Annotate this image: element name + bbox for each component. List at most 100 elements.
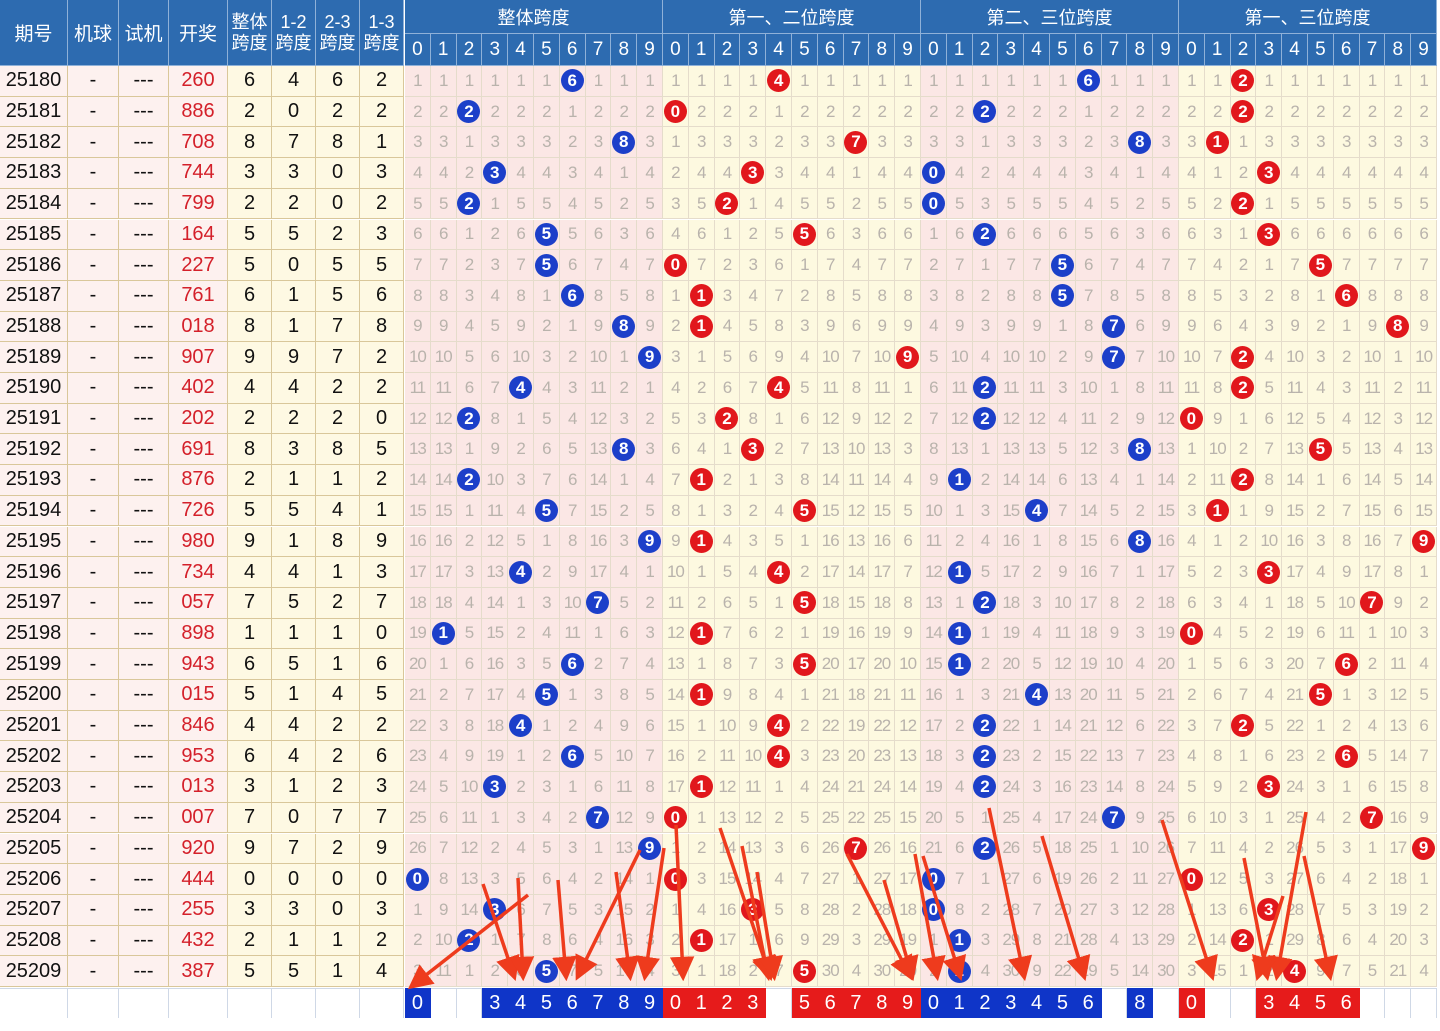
omission-cell: 6 [1411, 710, 1437, 742]
omission-cell: 4 [895, 465, 921, 496]
draw-cell: 846 [169, 710, 228, 742]
header-total_span: 整体 跨度 [228, 0, 272, 66]
span-value-cell: 2 [228, 403, 272, 435]
span-value-cell: 2 [316, 710, 360, 742]
omission-cell: 4 [1024, 680, 1050, 711]
span-value-cell: 6 [228, 649, 272, 680]
omission-cell: 16 [1359, 526, 1386, 558]
omission-cell: 10 [1050, 587, 1076, 619]
omission-cell: 5 [1127, 680, 1154, 711]
omission-cell: 17 [663, 772, 689, 803]
omission-cell: 12 [1127, 894, 1154, 926]
omission-cell: 4 [508, 158, 534, 189]
omission-cell: 4 [1075, 188, 1102, 220]
omission-cell: 2 [1411, 96, 1437, 128]
hit-ball: 3 [1257, 222, 1281, 246]
omission-cell: 3 [482, 158, 509, 189]
omission-cell: 17 [998, 557, 1025, 588]
omission-cell: 18 [1282, 587, 1308, 619]
omission-cell: 24 [1075, 802, 1102, 834]
omission-cell: 22 [1075, 741, 1102, 773]
omission-cell: 16 [817, 526, 844, 558]
omission-cell: 2 [972, 219, 999, 251]
omission-cell: 21 [843, 772, 870, 803]
omission-cell: 5 [766, 894, 792, 926]
omission-cell: 1 [1256, 925, 1283, 957]
digit-header: 3 [1256, 34, 1283, 66]
omission-cell: 6 [740, 342, 767, 373]
omission-cell: 1 [946, 956, 973, 987]
omission-cell: 14 [1050, 710, 1076, 742]
hit-ball: 0 [663, 867, 687, 891]
span-value-cell: 4 [272, 557, 316, 588]
span-value-cell: 8 [228, 311, 272, 343]
omission-cell: 7 [740, 649, 767, 680]
omission-cell: 21 [869, 680, 896, 711]
omission-cell: 30 [817, 956, 844, 987]
digit-header: 9 [1411, 34, 1437, 66]
omission-cell: 12 [1075, 434, 1102, 466]
span-value-cell: 2 [360, 188, 404, 220]
issue-cell: 25182 [0, 127, 68, 159]
omission-cell: 22 [817, 710, 844, 742]
omission-cell: 7 [1101, 802, 1128, 834]
omission-cell: 5 [508, 526, 534, 558]
issue-cell: 25180 [0, 66, 68, 97]
omission-cell: 2 [430, 96, 457, 128]
omission-cell: 3 [1101, 127, 1128, 159]
omission-cell: 7 [1359, 250, 1386, 281]
span-value-cell: 7 [360, 587, 404, 619]
omission-cell: 3 [456, 557, 483, 588]
omission-cell: 1 [843, 66, 870, 97]
machine-ball-cell: - [68, 802, 119, 834]
omission-cell: 20 [895, 956, 921, 987]
omission-cell: 1 [766, 772, 792, 803]
omission-cell: 16 [998, 526, 1025, 558]
omission-cell: 2 [972, 710, 999, 742]
span-value-cell: 3 [272, 434, 316, 466]
omission-cell: 4 [946, 158, 973, 189]
omission-cell: 3 [1256, 158, 1283, 189]
hit-ball: 5 [1308, 683, 1332, 707]
hit-ball: 1 [689, 775, 713, 799]
hit-ball: 4 [1025, 499, 1049, 523]
omission-cell: 5 [714, 557, 741, 588]
issue-cell: 25190 [0, 373, 68, 404]
omission-cell: 10 [895, 649, 921, 680]
omission-cell: 16 [1385, 802, 1412, 834]
omission-cell: 6 [921, 373, 947, 404]
omission-cell: 1 [1230, 495, 1257, 527]
omission-cell: 6 [559, 925, 586, 957]
omission-cell: 2 [559, 127, 586, 159]
omission-cell: 1 [559, 311, 586, 343]
omission-cell: 5 [1050, 280, 1076, 312]
omission-cell: 1 [688, 925, 715, 957]
omission-cell: 14 [895, 772, 921, 803]
span-value-cell: 4 [228, 373, 272, 404]
omission-cell: 2 [1256, 618, 1283, 650]
omission-cell: 1 [1385, 66, 1412, 97]
omission-cell: 1 [1204, 158, 1231, 189]
omission-cell: 3 [1256, 649, 1283, 680]
omission-cell: 9 [405, 311, 431, 343]
span-value-cell: 1 [316, 649, 360, 680]
omission-cell: 2 [1230, 465, 1257, 496]
trial-cell: --- [119, 649, 169, 680]
hit-ball: 5 [792, 652, 816, 676]
omission-cell: 4 [1179, 158, 1205, 189]
omission-cell: 9 [817, 311, 844, 343]
digit-header: 6 [559, 34, 586, 66]
omission-cell: 19 [921, 772, 947, 803]
omission-cell: 10 [1204, 802, 1231, 834]
omission-cell: 12 [714, 772, 741, 803]
omission-cell: 4 [766, 373, 792, 404]
omission-cell: 3 [972, 495, 999, 527]
span-value-cell: 4 [228, 710, 272, 742]
omission-cell: 12 [611, 802, 638, 834]
omission-cell: 2 [1308, 311, 1334, 343]
omission-cell: 11 [946, 373, 973, 404]
omission-cell: 23 [1075, 772, 1102, 803]
omission-cell: 8 [998, 280, 1025, 312]
omission-cell: 5 [895, 495, 921, 527]
omission-cell: 10 [1204, 434, 1231, 466]
